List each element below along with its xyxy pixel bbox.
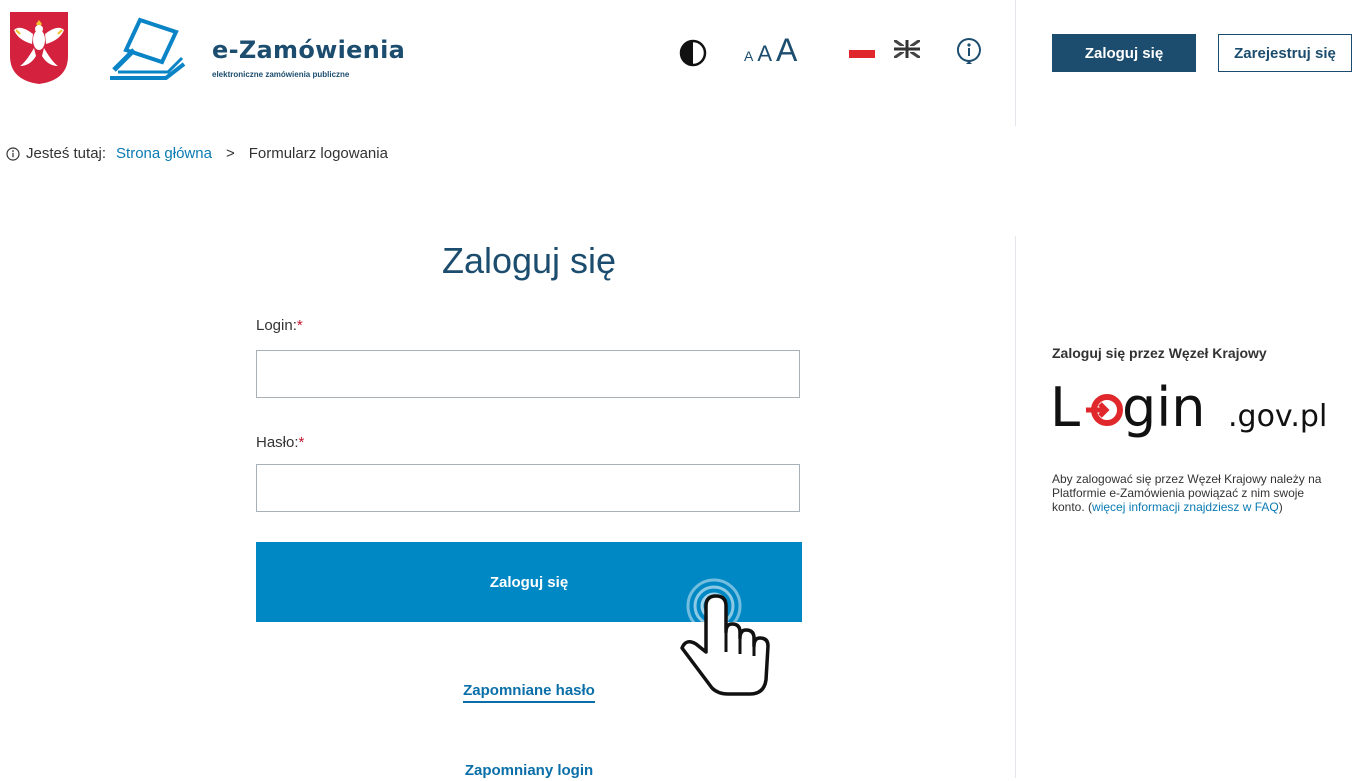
login-label-text: Login: — [256, 317, 297, 334]
login-label: Login:* — [256, 317, 303, 334]
description-suffix: ) — [1278, 500, 1283, 514]
password-label-text: Hasło: — [256, 434, 299, 451]
sidebar-divider — [1015, 236, 1016, 778]
header-register-button[interactable]: Zarejestruj się — [1218, 34, 1352, 72]
font-size-medium-button[interactable]: A — [757, 43, 772, 65]
info-circle-icon — [6, 146, 20, 161]
font-size-large-button[interactable]: A — [776, 34, 797, 66]
password-input[interactable] — [256, 464, 800, 512]
required-mark: * — [298, 434, 305, 451]
wezel-krajowy-description: Aby zalogować się przez Węzeł Krajowy na… — [1052, 472, 1332, 514]
breadcrumb-prefix: Jesteś tutaj: — [26, 145, 107, 162]
brand-name[interactable]: e-Zamówienia — [212, 36, 405, 64]
required-mark: * — [296, 317, 303, 334]
breadcrumb: Jesteś tutaj: Strona główna > Formularz … — [6, 145, 388, 162]
page-title: Zaloguj się — [441, 240, 617, 281]
login-input[interactable] — [256, 350, 800, 398]
wezel-krajowy-title: Zaloguj się przez Węzeł Krajowy — [1052, 345, 1267, 361]
faq-link[interactable]: więcej informacji znajdziesz w FAQ — [1092, 500, 1279, 514]
header-login-button[interactable]: Zaloguj się — [1052, 34, 1196, 72]
hand-pointer-cursor-icon — [680, 578, 770, 696]
contrast-icon[interactable] — [678, 38, 708, 68]
font-size-small-button[interactable]: A — [744, 49, 753, 63]
forgot-login-link[interactable]: Zapomniany login — [256, 762, 802, 779]
password-label: Hasło:* — [256, 434, 304, 451]
info-icon[interactable] — [954, 36, 984, 66]
e-zamowienia-logo-icon[interactable] — [106, 16, 188, 84]
breadcrumb-home-link[interactable]: Strona główna — [116, 145, 212, 162]
breadcrumb-current: Formularz logowania — [248, 145, 388, 162]
font-size-controls: A A A — [744, 34, 797, 70]
polish-emblem-icon — [10, 12, 68, 84]
forgot-password-text[interactable]: Zapomniane hasło — [463, 682, 595, 703]
brand-subtitle: elektroniczne zamówienia publiczne — [212, 70, 350, 79]
logo-letter-l: L — [1050, 376, 1080, 438]
logo-main-text: gin — [1122, 376, 1206, 438]
breadcrumb-separator: > — [225, 145, 235, 162]
logo-domain-text: .gov.pl — [1228, 399, 1327, 434]
forgot-login-text[interactable]: Zapomniany login — [465, 762, 593, 781]
login-gov-pl-logo[interactable]: L gin .gov.pl — [1050, 374, 1334, 438]
header-divider — [1015, 0, 1016, 126]
flag-pl-icon[interactable] — [849, 42, 875, 58]
flag-uk-icon[interactable] — [894, 40, 920, 58]
